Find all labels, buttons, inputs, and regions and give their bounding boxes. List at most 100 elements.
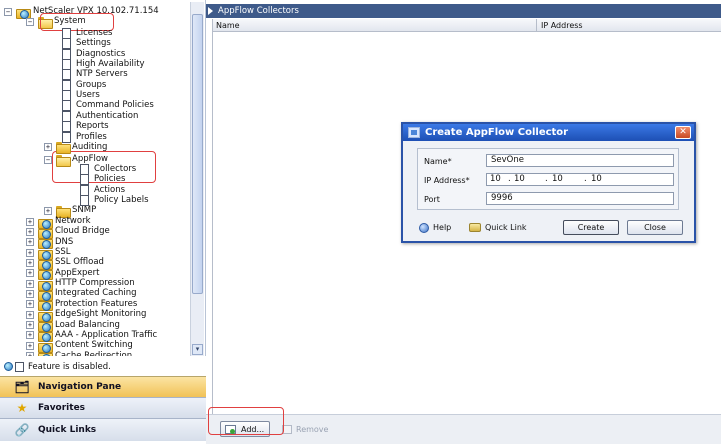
tree-item-licenses[interactable]: Licenses bbox=[62, 28, 112, 39]
help-button[interactable]: Help bbox=[419, 220, 451, 235]
ip-address-field[interactable]: 10 . 10 . 10 . 10 bbox=[486, 173, 674, 186]
tree-item-ssl[interactable]: + SSL bbox=[26, 247, 71, 260]
expand-icon[interactable]: + bbox=[44, 206, 52, 215]
tree-item-appexpert[interactable]: + AppExpert bbox=[26, 268, 99, 281]
document-icon bbox=[62, 48, 71, 60]
name-field[interactable]: SevOne bbox=[486, 154, 674, 167]
ip-address-label: IP Address* bbox=[424, 175, 470, 185]
expand-icon[interactable]: + bbox=[26, 289, 34, 298]
feature-folder-icon bbox=[38, 330, 53, 343]
expand-icon[interactable]: + bbox=[26, 300, 34, 309]
tree-item-settings[interactable]: Settings bbox=[62, 38, 111, 50]
tree-item-protection-features[interactable]: + Protection Features bbox=[26, 299, 137, 312]
expand-icon[interactable]: + bbox=[26, 238, 34, 247]
expand-icon[interactable]: + bbox=[26, 248, 34, 257]
tree-item-ntp-servers-label: NTP Servers bbox=[76, 69, 128, 80]
feature-folder-icon bbox=[38, 258, 53, 270]
quick-links-button[interactable]: 🔗 Quick Links bbox=[0, 418, 206, 441]
ip-octet-4[interactable]: 10 bbox=[591, 174, 602, 185]
scroll-down-arrow-icon[interactable]: ▾ bbox=[192, 344, 203, 355]
tree-item-high-availability[interactable]: High Availability bbox=[62, 59, 145, 71]
netscaler-icon bbox=[16, 7, 31, 19]
tree-item-high-availability-label: High Availability bbox=[76, 59, 145, 70]
tree-item-edgesight-monitoring-label: EdgeSight Monitoring bbox=[55, 309, 147, 320]
tree-item-snmp[interactable]: + SNMP bbox=[44, 205, 96, 218]
feature-folder-icon bbox=[38, 341, 53, 353]
expand-icon[interactable]: + bbox=[26, 279, 34, 288]
tree-item-http-compression[interactable]: + HTTP Compression bbox=[26, 278, 135, 291]
collapse-arrow-icon[interactable] bbox=[208, 7, 213, 15]
tree-item-command-policies-label: Command Policies bbox=[76, 100, 154, 111]
table-border bbox=[212, 19, 213, 414]
bottom-toolbar: Add... Remove bbox=[206, 407, 721, 444]
feature-folder-icon bbox=[38, 237, 53, 250]
tree-item-auditing[interactable]: + Auditing bbox=[44, 142, 107, 155]
ip-dot: . bbox=[584, 174, 587, 184]
dialog-button-bar: Help Quick Link Create Close bbox=[403, 218, 694, 238]
close-icon[interactable]: ✕ bbox=[675, 126, 691, 139]
expand-icon[interactable]: + bbox=[26, 269, 34, 278]
tree-item-edgesight-monitoring[interactable]: + EdgeSight Monitoring bbox=[26, 309, 147, 322]
tree-item-authentication-label: Authentication bbox=[76, 110, 139, 121]
navigation-pane-button[interactable]: 🗂 Navigation Pane bbox=[0, 376, 206, 397]
ip-octet-1[interactable]: 10 bbox=[490, 174, 501, 185]
tree-item-reports[interactable]: Reports bbox=[62, 121, 109, 133]
column-header-ip-address[interactable]: IP Address bbox=[537, 19, 721, 32]
expand-icon[interactable]: + bbox=[26, 217, 34, 226]
tree-item-policy-labels[interactable]: Policy Labels bbox=[80, 194, 149, 206]
tree-scroll-thumb[interactable] bbox=[192, 14, 203, 294]
tree-item-content-switching[interactable]: + Content Switching bbox=[26, 340, 133, 353]
tree-item-profiles[interactable]: Profiles bbox=[62, 131, 107, 143]
tree-item-groups[interactable]: Groups bbox=[62, 79, 106, 91]
tree-item-diagnostics[interactable]: Diagnostics bbox=[62, 48, 125, 60]
collapse-icon[interactable]: − bbox=[4, 7, 12, 16]
column-header-name[interactable]: Name bbox=[212, 19, 537, 32]
tree-item-load-balancing[interactable]: + Load Balancing bbox=[26, 319, 120, 332]
favorites-label: Favorites bbox=[38, 403, 86, 413]
ip-octet-3[interactable]: 10 bbox=[552, 174, 563, 185]
tree-item-users[interactable]: Users bbox=[62, 90, 100, 102]
folder-icon bbox=[56, 205, 71, 218]
tree-item-cloud-bridge[interactable]: + Cloud Bridge bbox=[26, 226, 110, 239]
expand-icon[interactable]: + bbox=[26, 331, 34, 340]
expand-icon[interactable]: + bbox=[26, 341, 34, 350]
tree-item-content-switching-label: Content Switching bbox=[55, 340, 133, 351]
help-label: Help bbox=[433, 223, 452, 232]
tree-item-settings-label: Settings bbox=[76, 38, 111, 49]
create-button[interactable]: Create bbox=[563, 220, 619, 235]
expand-icon[interactable]: + bbox=[26, 321, 34, 329]
expand-icon[interactable]: + bbox=[26, 352, 34, 356]
document-icon bbox=[62, 28, 71, 39]
quick-link-button[interactable]: Quick Link bbox=[469, 220, 527, 235]
expand-icon[interactable]: + bbox=[26, 258, 34, 267]
close-button[interactable]: Close bbox=[627, 220, 683, 235]
expand-icon[interactable]: + bbox=[26, 227, 34, 236]
tree-item-load-balancing-label: Load Balancing bbox=[55, 319, 120, 330]
table-header: Name IP Address bbox=[212, 19, 721, 32]
ip-octet-2[interactable]: 10 bbox=[514, 174, 525, 185]
favorites-button[interactable]: ★ Favorites bbox=[0, 397, 206, 418]
feature-status: Feature is disabled. bbox=[0, 358, 206, 375]
tree-item-integrated-caching[interactable]: + Integrated Caching bbox=[26, 288, 137, 301]
collapse-icon[interactable]: − bbox=[26, 17, 34, 26]
tree-item-ssl-offload[interactable]: + SSL Offload bbox=[26, 257, 104, 270]
tree-item-ntp-servers[interactable]: NTP Servers bbox=[62, 69, 128, 81]
tree-item-command-policies[interactable]: Command Policies bbox=[62, 100, 154, 112]
remove-button[interactable]: Remove bbox=[278, 421, 332, 437]
navigation-tree: − NetScaler VPX 10.102.71.154 − System −… bbox=[0, 0, 206, 356]
tree-scrollbar[interactable]: ▾ bbox=[190, 2, 204, 356]
document-icon bbox=[62, 110, 71, 122]
tree-item-licenses-label: Licenses bbox=[76, 28, 113, 38]
tree-item-dns[interactable]: + DNS bbox=[26, 236, 74, 250]
expand-icon[interactable]: + bbox=[26, 310, 34, 319]
tree-item-cache-redirection[interactable]: + Cache Redirection bbox=[26, 351, 132, 356]
tree-item-dns-label: DNS bbox=[55, 236, 74, 247]
tree-item-authentication[interactable]: Authentication bbox=[62, 110, 139, 122]
collapse-icon[interactable]: − bbox=[44, 155, 52, 164]
expand-icon[interactable]: + bbox=[44, 143, 52, 152]
port-field[interactable]: 9996 bbox=[486, 192, 674, 205]
quick-link-icon bbox=[469, 223, 481, 232]
tree-item-network[interactable]: + Network bbox=[26, 216, 91, 229]
dialog-title-bar[interactable]: Create AppFlow Collector ✕ bbox=[403, 124, 694, 141]
tree-item-aaa-application-traffic[interactable]: + AAA - Application Traffic bbox=[26, 330, 157, 343]
